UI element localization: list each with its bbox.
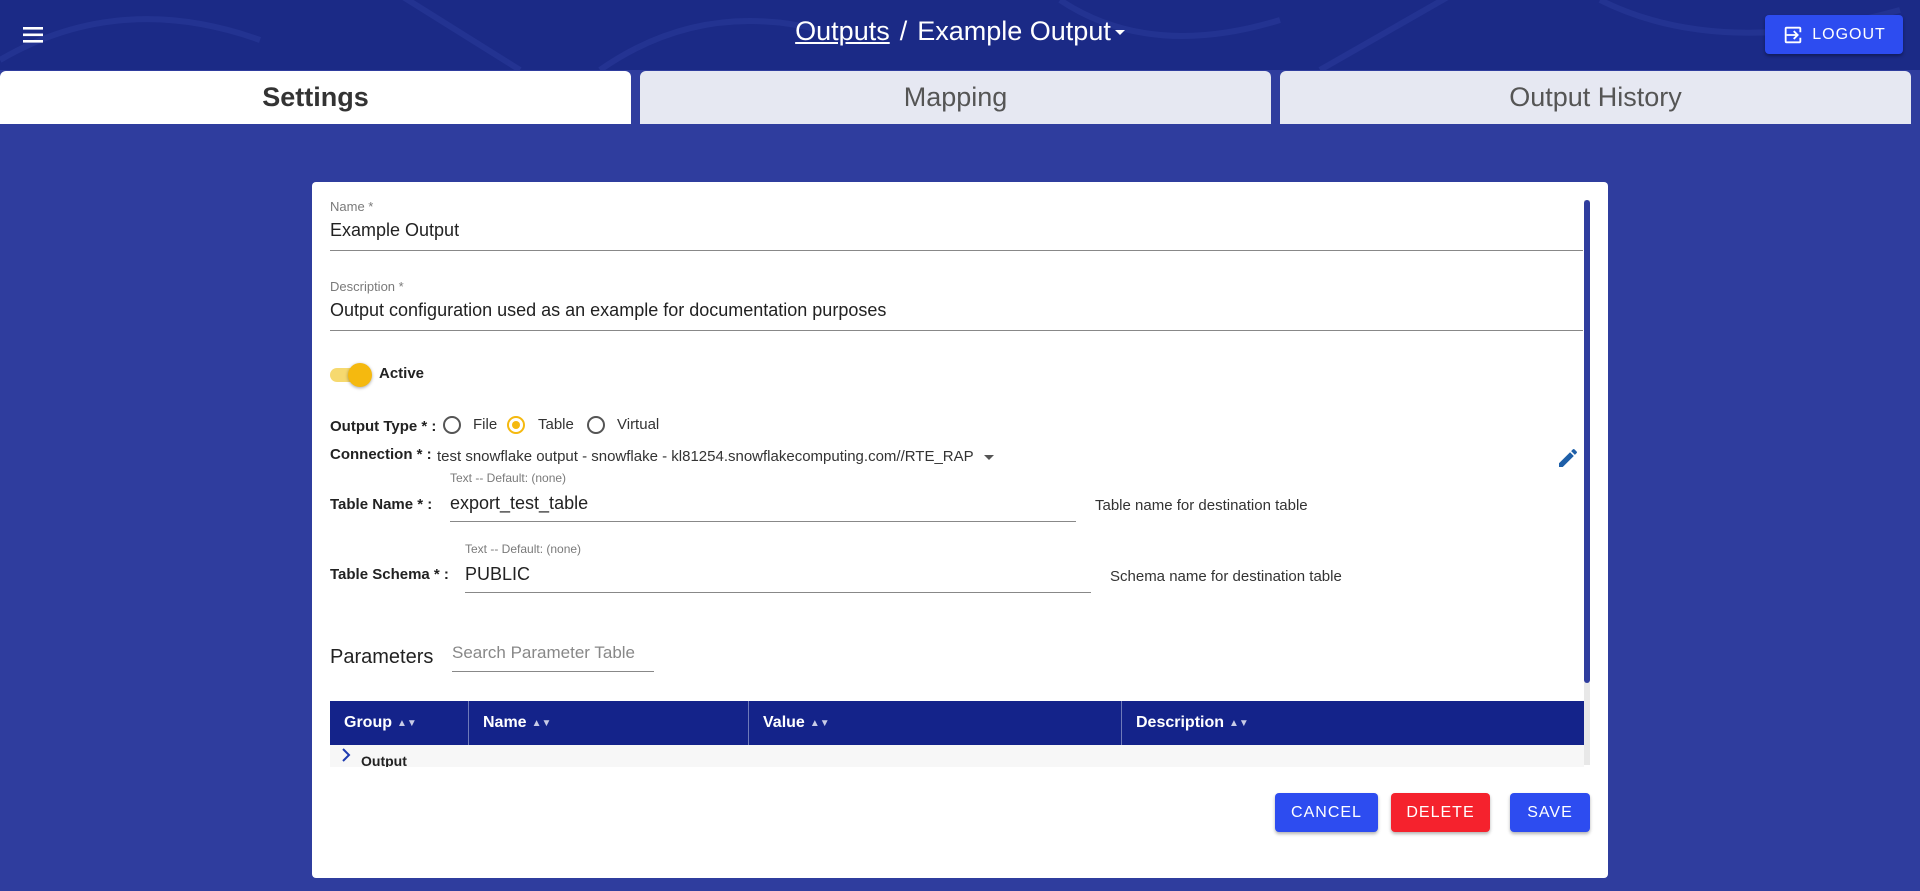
breadcrumb-separator: / xyxy=(899,16,908,46)
search-placeholder: Search Parameter Table xyxy=(452,643,636,662)
parameter-search-input[interactable]: Search Parameter Table xyxy=(452,643,654,672)
scrollbar[interactable] xyxy=(1584,200,1590,765)
logout-button[interactable]: LOGOUT xyxy=(1765,15,1903,54)
name-field[interactable]: Name * Example Output xyxy=(330,199,1583,251)
table-name-help: Table name for destination table xyxy=(1095,497,1308,514)
save-button[interactable]: SAVE xyxy=(1510,793,1590,832)
row-group-label: Output xyxy=(361,753,407,767)
active-toggle[interactable] xyxy=(330,362,374,387)
description-label: Description * xyxy=(330,279,404,294)
parameters-title: Parameters xyxy=(330,646,434,668)
connection-value: test snowflake output - snowflake - kl81… xyxy=(437,448,974,465)
table-schema-input[interactable] xyxy=(465,592,1091,593)
logout-icon xyxy=(1784,26,1802,43)
cancel-button[interactable]: CANCEL xyxy=(1275,793,1378,832)
sort-icon: ▲▼ xyxy=(1229,718,1249,729)
column-value-label: Value xyxy=(763,714,805,731)
sort-icon: ▲▼ xyxy=(809,718,830,729)
column-header-name[interactable]: Name ▲▼ xyxy=(469,701,749,745)
scrollbar-thumb[interactable] xyxy=(1584,200,1590,683)
tab-settings[interactable]: Settings xyxy=(0,71,631,124)
radio-table-label: Table xyxy=(538,416,574,433)
sort-icon: ▲▼ xyxy=(531,718,552,729)
radio-virtual-label: Virtual xyxy=(617,416,660,433)
table-name-hint: Text -- Default: (none) xyxy=(450,471,567,485)
column-description-label: Description xyxy=(1136,714,1225,731)
caret-down-icon[interactable] xyxy=(1114,30,1125,36)
table-schema-help: Schema name for destination table xyxy=(1110,568,1342,585)
parameter-table-header: Group ▲▼ Name ▲▼ Value ▲▼ Description ▲▼ xyxy=(330,701,1584,745)
table-name-value: export_test_table xyxy=(450,493,589,513)
pencil-icon xyxy=(1559,448,1578,467)
table-schema-value: PUBLIC xyxy=(465,564,531,584)
column-header-description[interactable]: Description ▲▼ xyxy=(1122,701,1584,745)
table-row[interactable]: Output xyxy=(330,745,1584,767)
active-label: Active xyxy=(379,365,425,382)
chevron-down-icon xyxy=(983,454,994,460)
radio-table[interactable] xyxy=(507,416,525,434)
name-label: Name * xyxy=(330,199,374,214)
tab-output-history[interactable]: Output History xyxy=(1280,71,1911,124)
connection-label: Connection * : xyxy=(330,446,432,463)
radio-virtual[interactable] xyxy=(587,416,605,434)
logout-label: LOGOUT xyxy=(1812,25,1886,43)
table-schema-label: Table Schema * : xyxy=(330,566,449,583)
tab-mapping[interactable]: Mapping xyxy=(640,71,1271,124)
delete-button[interactable]: DELETE xyxy=(1391,793,1490,832)
table-name-input[interactable] xyxy=(450,521,1076,522)
breadcrumb-outputs-link[interactable]: Outputs xyxy=(795,16,890,46)
tab-bar: Settings Mapping Output History xyxy=(0,71,1920,125)
chevron-right-icon[interactable] xyxy=(340,747,352,763)
output-type-label: Output Type * : xyxy=(330,418,437,435)
description-field[interactable]: Description * Output configuration used … xyxy=(330,279,1583,331)
description-value: Output configuration used as an example … xyxy=(330,300,887,320)
name-value: Example Output xyxy=(330,220,460,240)
breadcrumb-current[interactable]: Example Output xyxy=(917,16,1111,46)
sort-icon: ▲▼ xyxy=(397,718,417,729)
page-title: Outputs / Example Output xyxy=(0,16,1920,47)
connection-select[interactable]: test snowflake output - snowflake - kl81… xyxy=(437,448,994,465)
column-group-label: Group xyxy=(344,714,392,731)
radio-file[interactable] xyxy=(443,416,461,434)
radio-file-label: File xyxy=(473,416,498,433)
column-header-value[interactable]: Value ▲▼ xyxy=(749,701,1122,745)
column-header-group[interactable]: Group ▲▼ xyxy=(330,701,469,745)
edit-connection-button[interactable] xyxy=(1556,446,1580,470)
table-schema-hint: Text -- Default: (none) xyxy=(465,542,582,556)
table-name-label: Table Name * : xyxy=(330,496,433,513)
top-app-bar: Outputs / Example Output LOGOUT xyxy=(0,0,1920,70)
column-name-label: Name xyxy=(483,714,527,731)
